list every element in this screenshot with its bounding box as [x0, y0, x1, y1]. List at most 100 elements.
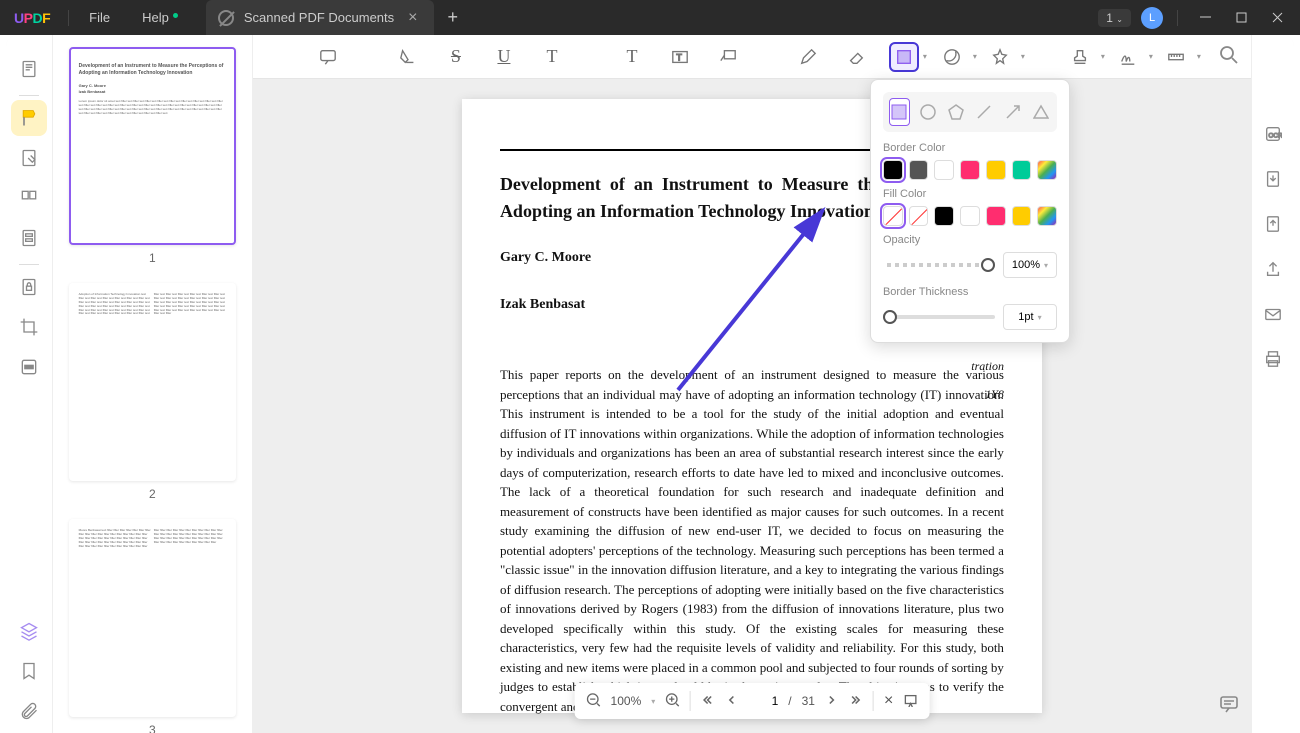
protect-tool[interactable]: [11, 269, 47, 305]
swatch-grey[interactable]: [909, 160, 929, 180]
version-badge[interactable]: 1 ⌄: [1098, 9, 1131, 27]
circle-shape[interactable]: [918, 98, 938, 126]
email-button[interactable]: [1264, 305, 1282, 328]
document-tab[interactable]: Scanned PDF Documents ×: [206, 0, 434, 35]
next-page-button[interactable]: [825, 693, 839, 710]
underline-tool[interactable]: U: [489, 42, 519, 72]
left-rail: [6, 35, 53, 733]
minimize-button[interactable]: [1192, 12, 1218, 23]
text-tool[interactable]: T: [617, 42, 647, 72]
layers-icon[interactable]: [11, 613, 47, 649]
tab-title: Scanned PDF Documents: [244, 10, 394, 25]
first-page-button[interactable]: [700, 693, 714, 710]
close-window-button[interactable]: [1264, 12, 1290, 23]
menu-file[interactable]: File: [73, 10, 126, 25]
squiggly-tool[interactable]: T: [537, 42, 567, 72]
swatch-none[interactable]: [883, 206, 903, 226]
page-input[interactable]: [748, 694, 778, 708]
affiliation: tration 1Y8: [971, 357, 1004, 403]
export-button[interactable]: [1264, 170, 1282, 193]
triangle-shape[interactable]: [1031, 98, 1051, 126]
thumb-number: 3: [69, 723, 236, 733]
avatar[interactable]: L: [1141, 7, 1163, 29]
swatch-black[interactable]: [883, 160, 903, 180]
shape-tool[interactable]: [889, 42, 919, 72]
swatch-white[interactable]: [960, 206, 980, 226]
opacity-label: Opacity: [883, 234, 1057, 246]
highlight-tool[interactable]: [393, 42, 423, 72]
fill-color-swatches: [883, 206, 1057, 226]
close-nav-button[interactable]: ×: [884, 692, 893, 710]
form-tool[interactable]: [11, 220, 47, 256]
shape-properties-popup: Border Color Fill Color Opacity: [870, 79, 1070, 343]
rectangle-shape[interactable]: [889, 98, 910, 126]
zoom-in-button[interactable]: [665, 693, 679, 710]
swatch-yellow[interactable]: [986, 160, 1006, 180]
textbox-tool[interactable]: T: [665, 42, 695, 72]
menu-help[interactable]: Help: [126, 10, 194, 25]
page-viewport[interactable]: Development of an Instrument to Measure …: [253, 79, 1251, 733]
thumbnail-page-3[interactable]: Moore Benbasat text filler filler filler…: [69, 519, 236, 717]
callout-tool[interactable]: [713, 42, 743, 72]
thickness-slider[interactable]: [883, 315, 995, 319]
swatch-custom[interactable]: [1037, 160, 1057, 180]
add-tab-button[interactable]: +: [434, 7, 473, 28]
eraser-tool[interactable]: [841, 42, 871, 72]
redact-tool[interactable]: [11, 349, 47, 385]
ocr-button[interactable]: OCR: [1264, 125, 1282, 148]
reader-tool[interactable]: [11, 51, 47, 87]
stamp2-tool[interactable]: [1065, 42, 1095, 72]
opacity-slider[interactable]: [883, 263, 995, 267]
thumbnail-page-1[interactable]: Development of an Instrument to Measure …: [69, 47, 236, 245]
border-color-swatches: [883, 160, 1057, 180]
attachment-icon[interactable]: [11, 693, 47, 729]
comment-tool[interactable]: [11, 100, 47, 136]
search-button[interactable]: [1219, 45, 1239, 70]
line-shape[interactable]: [974, 98, 994, 126]
thumbnail-panel: Development of an Instrument to Measure …: [53, 35, 253, 733]
thickness-label: Border Thickness: [883, 286, 1057, 298]
swatch-yellow[interactable]: [1012, 206, 1032, 226]
strikethrough-tool[interactable]: S: [441, 42, 471, 72]
prev-page-button[interactable]: [724, 693, 738, 710]
swatch-none2[interactable]: [909, 206, 929, 226]
thickness-value[interactable]: 1pt: [1003, 304, 1057, 330]
border-color-label: Border Color: [883, 142, 1057, 154]
swatch-pink[interactable]: [986, 206, 1006, 226]
page-tool[interactable]: [11, 180, 47, 216]
swatch-teal[interactable]: [1012, 160, 1032, 180]
last-page-button[interactable]: [849, 693, 863, 710]
thumb-number: 1: [69, 251, 236, 265]
thumbnail-page-2[interactable]: Adoption of Information Technology Innov…: [69, 283, 236, 481]
swatch-black[interactable]: [934, 206, 954, 226]
zoom-out-button[interactable]: [587, 693, 601, 710]
polygon-shape[interactable]: [946, 98, 966, 126]
share-button[interactable]: [1264, 260, 1282, 283]
measure-tool[interactable]: [1161, 42, 1191, 72]
opacity-value[interactable]: 100%: [1003, 252, 1057, 278]
arrow-shape[interactable]: [1002, 98, 1022, 126]
import-button[interactable]: [1264, 215, 1282, 238]
maximize-button[interactable]: [1228, 12, 1254, 23]
pencil-tool[interactable]: [793, 42, 823, 72]
page-total: 31: [802, 694, 815, 708]
titlebar: UPDF File Help Scanned PDF Documents × +…: [0, 0, 1300, 35]
zoom-value[interactable]: 100%: [611, 694, 642, 708]
sticker-tool[interactable]: [937, 42, 967, 72]
signature-tool[interactable]: [1113, 42, 1143, 72]
print-button[interactable]: [1264, 350, 1282, 373]
fill-color-label: Fill Color: [883, 188, 1057, 200]
stamp-tool[interactable]: [985, 42, 1015, 72]
swatch-pink[interactable]: [960, 160, 980, 180]
crop-tool[interactable]: [11, 309, 47, 345]
right-rail: OCR: [1251, 35, 1294, 733]
close-tab-icon[interactable]: ×: [404, 9, 421, 27]
swatch-white[interactable]: [934, 160, 954, 180]
swatch-custom[interactable]: [1037, 206, 1057, 226]
comments-panel-button[interactable]: [1219, 694, 1239, 719]
note-tool[interactable]: [313, 42, 343, 72]
edit-tool[interactable]: [11, 140, 47, 176]
bookmark-icon[interactable]: [11, 653, 47, 689]
slideshow-button[interactable]: [903, 693, 917, 710]
app-logo: UPDF: [0, 10, 64, 26]
